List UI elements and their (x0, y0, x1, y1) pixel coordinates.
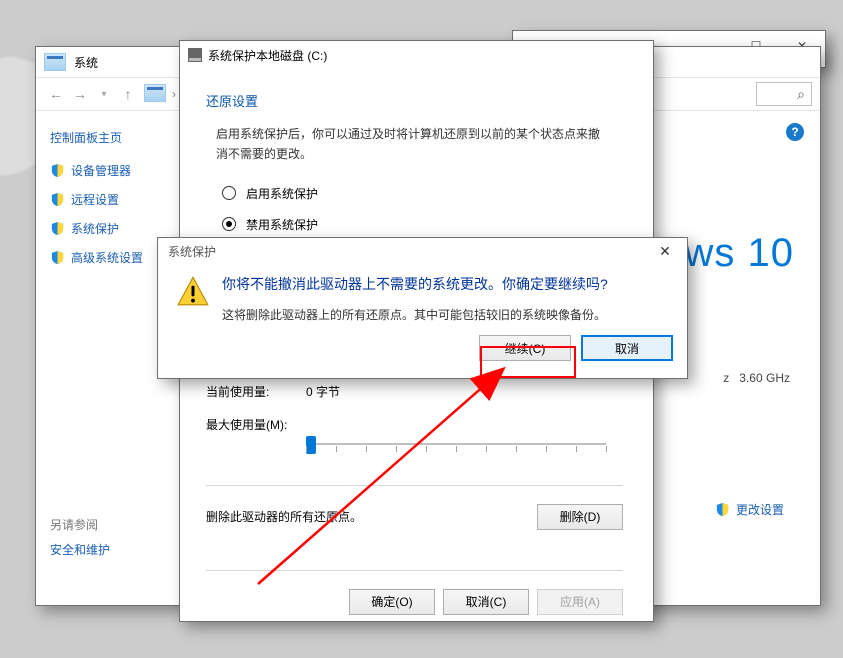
ok-button[interactable]: 确定(O) (349, 589, 435, 615)
sidebar-also-heading: 另请参阅 (50, 516, 180, 533)
shield-icon (50, 192, 65, 207)
delete-restore-desc: 删除此驱动器的所有还原点。 (206, 508, 362, 525)
nav-up-button[interactable]: ↑ (116, 82, 140, 106)
address-bar[interactable] (144, 84, 166, 105)
protection-title: 系统保护本地磁盘 (C:) (208, 47, 327, 64)
cancel-button[interactable]: 取消(C) (443, 589, 529, 615)
search-input[interactable]: ⌕ (756, 82, 812, 106)
max-usage-label: 最大使用量(M): (206, 416, 306, 433)
shield-icon (715, 502, 730, 517)
cpu-hz-suffix: z (723, 371, 729, 385)
sidebar-item-label: 系统保护 (71, 220, 119, 237)
confirm-dialog: 系统保护 ✕ 你将不能撤消此驱动器上不需要的系统更改。你确定要继续吗? 这将删除… (157, 237, 688, 379)
confirm-title: 系统保护 (168, 243, 216, 260)
slider-thumb[interactable] (306, 436, 316, 454)
radio-enable-label: 启用系统保护 (246, 185, 318, 202)
nav-recent-dropdown[interactable]: ▾ (92, 82, 116, 106)
sidebar-item-device-manager[interactable]: 设备管理器 (50, 162, 180, 179)
nav-back-button[interactable]: ← (44, 82, 68, 106)
current-usage-row: 当前使用量: 0 字节 (206, 383, 623, 400)
current-usage-label: 当前使用量: (206, 383, 306, 400)
os-brand-text: ws 10 (685, 231, 795, 276)
change-settings-link[interactable]: 更改设置 (715, 501, 784, 518)
max-usage-slider[interactable] (306, 433, 606, 455)
sidebar-item-label: 高级系统设置 (71, 249, 143, 266)
warning-icon (176, 274, 210, 308)
monitor-icon (44, 53, 66, 71)
protection-titlebar[interactable]: 系统保护本地磁盘 (C:) (180, 41, 653, 69)
shield-icon (50, 250, 65, 265)
breadcrumb-chevron-icon[interactable]: › (172, 87, 176, 101)
sidebar-item-label: 远程设置 (71, 191, 119, 208)
shield-icon (50, 221, 65, 236)
help-icon[interactable]: ? (786, 123, 804, 141)
drive-icon (188, 48, 202, 62)
radio-icon (222, 186, 236, 200)
shield-icon (50, 163, 65, 178)
system-title: 系统 (74, 54, 98, 71)
confirm-text: 这将删除此驱动器上的所有还原点。其中可能包括较旧的系统映像备份。 (222, 306, 669, 323)
change-settings-label: 更改设置 (736, 501, 784, 518)
radio-enable-protection[interactable]: 启用系统保护 (222, 185, 623, 202)
cpu-ghz: 3.60 GHz (739, 371, 790, 385)
sidebar-item-label: 设备管理器 (71, 162, 131, 179)
sidebar-home-link[interactable]: 控制面板主页 (50, 129, 180, 146)
search-icon: ⌕ (797, 86, 805, 103)
close-button[interactable]: ✕ (649, 241, 681, 261)
radio-disable-protection[interactable]: 禁用系统保护 (222, 216, 623, 233)
delete-button[interactable]: 删除(D) (537, 504, 623, 530)
cancel-button[interactable]: 取消 (581, 335, 673, 361)
computer-icon (144, 84, 166, 102)
nav-forward-button[interactable]: → (68, 82, 92, 106)
restore-description: 启用系统保护后，你可以通过及时将计算机还原到以前的某个状态点来撤消不需要的更改。 (216, 124, 606, 165)
continue-button[interactable]: 继续(C) (479, 335, 571, 361)
radio-icon (222, 217, 236, 231)
sidebar-item-remote[interactable]: 远程设置 (50, 191, 180, 208)
apply-button: 应用(A) (537, 589, 623, 615)
restore-section-heading: 还原设置 (206, 91, 623, 110)
sidebar-item-protection[interactable]: 系统保护 (50, 220, 180, 237)
sidebar-also-link[interactable]: 安全和维护 (50, 541, 180, 558)
confirm-heading: 你将不能撤消此驱动器上不需要的系统更改。你确定要继续吗? (222, 274, 669, 294)
cpu-spec: z 3.60 GHz (723, 371, 790, 385)
current-usage-value: 0 字节 (306, 383, 340, 400)
radio-disable-label: 禁用系统保护 (246, 216, 318, 233)
confirm-titlebar[interactable]: 系统保护 ✕ (158, 238, 687, 264)
